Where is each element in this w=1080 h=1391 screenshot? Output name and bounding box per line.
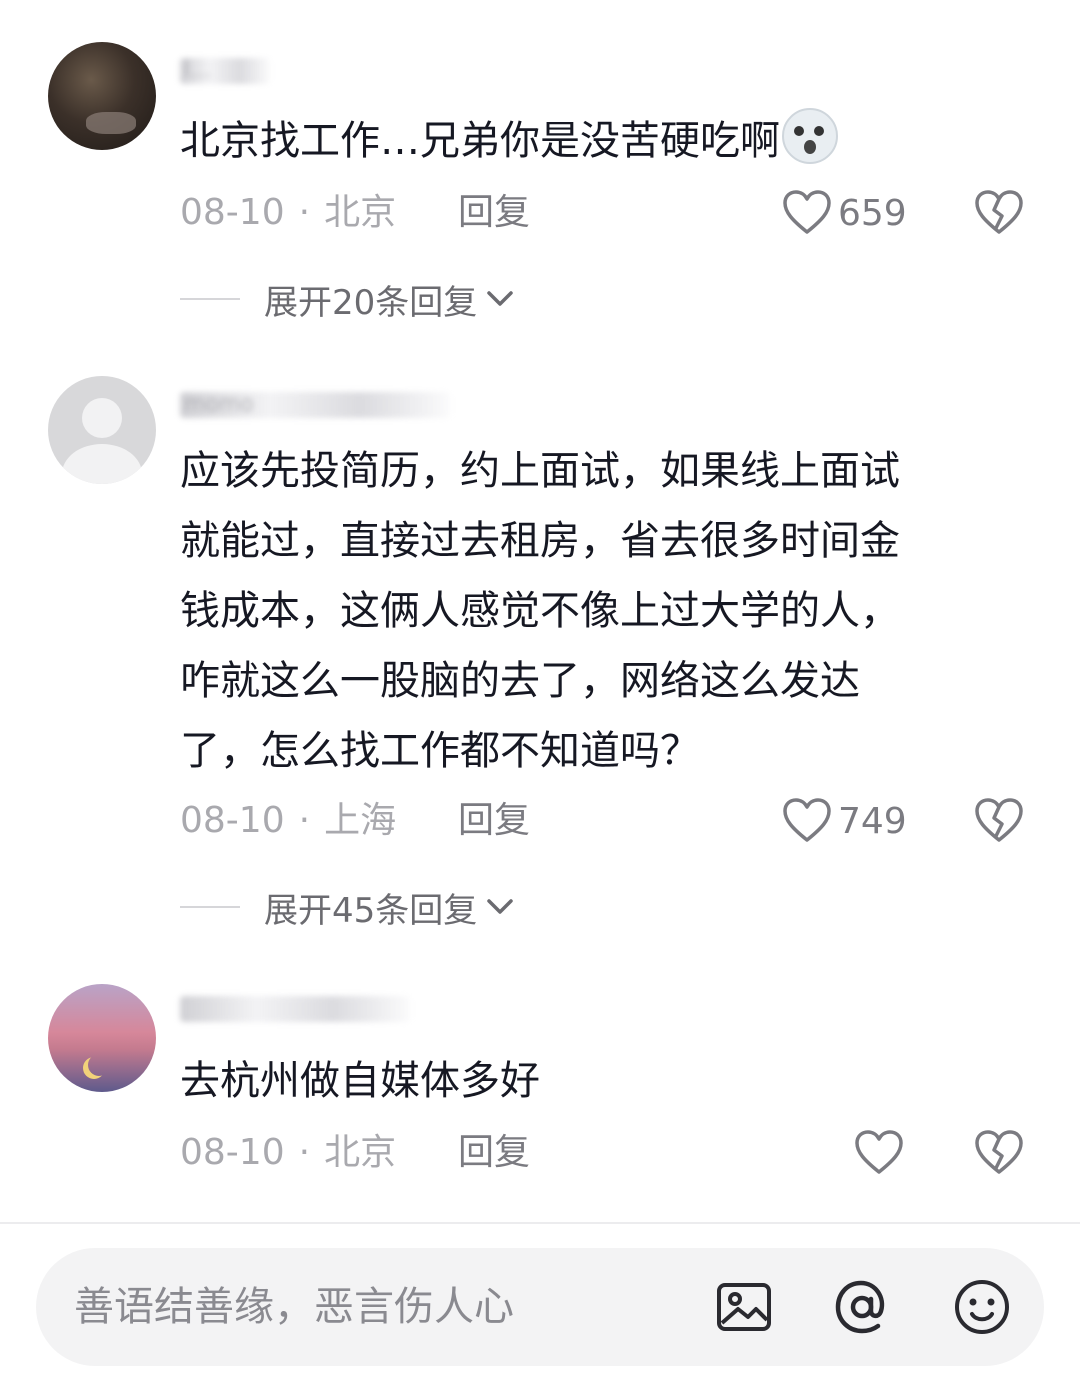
broken-heart-icon [975,190,1023,234]
comment-text: 去杭州做自媒体多好 [180,1058,540,1104]
input-divider [0,1222,1080,1224]
like-button[interactable] [854,1128,910,1178]
comment-meta: 08-10 · 北京 [180,1132,397,1173]
comment-text: 应该先投简历，约上面试，如果线上面试 就能过，直接过去租房，省去很多时间金 钱成… [180,448,900,774]
comment-meta: 08-10 · 北京 [180,192,397,233]
heart-icon [855,1130,903,1174]
avatar[interactable] [48,376,156,484]
comment-text: 北京找工作…兄弟你是没苦硬吃啊 [180,106,1010,176]
reply-button[interactable]: 回复 [458,796,530,846]
comment-date: 08-10 [180,1132,285,1173]
divider-line [180,298,240,300]
reply-button[interactable]: 回复 [458,1128,530,1178]
heart-icon [783,798,831,842]
dislike-button[interactable] [974,1130,1024,1180]
shocked-emoji-icon [782,108,838,164]
like-count: 659 [838,192,907,234]
dislike-button[interactable] [974,190,1024,240]
at-icon[interactable] [832,1277,892,1337]
avatar-shoulders [62,444,142,484]
like-button[interactable]: 659 [782,188,907,238]
expand-replies-label: 展开45条回复 [264,890,478,931]
username-text [180,996,184,1021]
expand-replies-button[interactable]: 展开45条回复 [180,882,515,932]
avatar-head [82,398,122,438]
comment-text-body: 北京找工作…兄弟你是没苦硬吃啊 [180,118,780,164]
emoji-icon[interactable] [952,1277,1012,1337]
username[interactable]: l... [180,58,270,84]
chevron-down-icon [487,899,514,914]
moon-icon [88,1054,110,1076]
expand-replies-label: 展开20条回复 [264,282,478,323]
username-text: momo [184,392,254,417]
comment-input[interactable]: 善语结善缘，恶言伤人心 [36,1248,1044,1366]
dislike-button[interactable] [974,798,1024,848]
divider-line [180,906,240,908]
like-button[interactable]: 749 [782,796,907,846]
reply-button[interactable]: 回复 [458,188,530,238]
username[interactable]: momo [180,392,450,418]
comment-meta: 08-10 · 上海 [180,800,397,841]
expand-replies-button[interactable]: 展开20条回复 [180,274,515,324]
comment-date: 08-10 [180,192,285,233]
broken-heart-icon [975,798,1023,842]
avatar[interactable] [48,42,156,150]
comment-date: 08-10 [180,800,285,841]
comment-input-placeholder: 善语结善缘，恶言伤人心 [74,1284,514,1330]
heart-icon [783,190,831,234]
comment-location: 上海 [324,800,397,841]
like-count: 749 [838,800,907,842]
avatar[interactable] [48,984,156,1092]
username[interactable] [180,996,410,1022]
image-icon[interactable] [714,1277,774,1337]
username-text: l... [184,58,212,83]
comment-location: 北京 [324,1132,397,1173]
comment-location: 北京 [324,192,397,233]
chevron-down-icon [487,291,514,306]
broken-heart-icon [975,1130,1023,1174]
